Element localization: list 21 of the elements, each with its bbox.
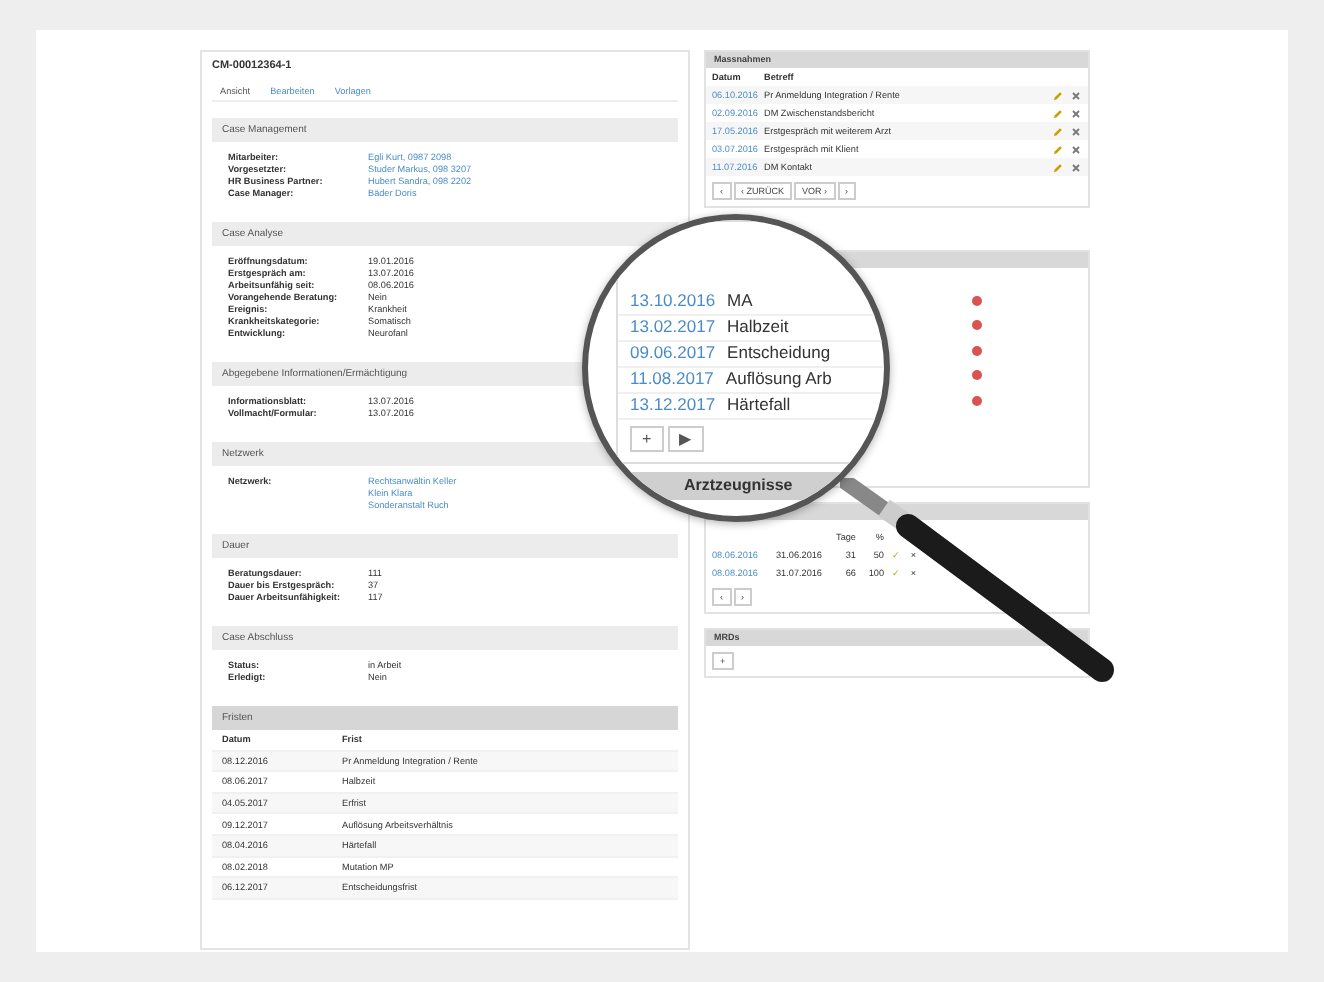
- pager-button[interactable]: +: [630, 426, 664, 452]
- table-cell: MA: [727, 290, 753, 314]
- delete-icon[interactable]: [1070, 125, 1082, 137]
- table-cell: Auflösung Arb: [725, 368, 832, 392]
- delete-icon[interactable]: [1070, 143, 1082, 155]
- remove-icon[interactable]: [972, 345, 982, 356]
- table-cell: Entscheidung: [727, 342, 831, 366]
- table-cell: Härtefall: [727, 394, 791, 418]
- pager-button[interactable]: ▶: [667, 426, 704, 452]
- remove-icon[interactable]: [972, 370, 982, 381]
- delete-icon[interactable]: [1070, 107, 1082, 119]
- date-link[interactable]: 13.12.2017: [630, 394, 716, 418]
- remove-icon[interactable]: [972, 295, 982, 306]
- date-link[interactable]: 13.10.2016: [630, 290, 716, 314]
- date-link[interactable]: 13.02.2017: [630, 316, 716, 340]
- remove-icon[interactable]: [972, 320, 982, 331]
- remove-icon[interactable]: [972, 395, 982, 406]
- table-cell: Halbzeit: [727, 316, 789, 340]
- date-link[interactable]: 09.06.2017: [630, 342, 716, 366]
- delete-icon[interactable]: [1070, 161, 1082, 173]
- delete-icon[interactable]: [1070, 89, 1082, 101]
